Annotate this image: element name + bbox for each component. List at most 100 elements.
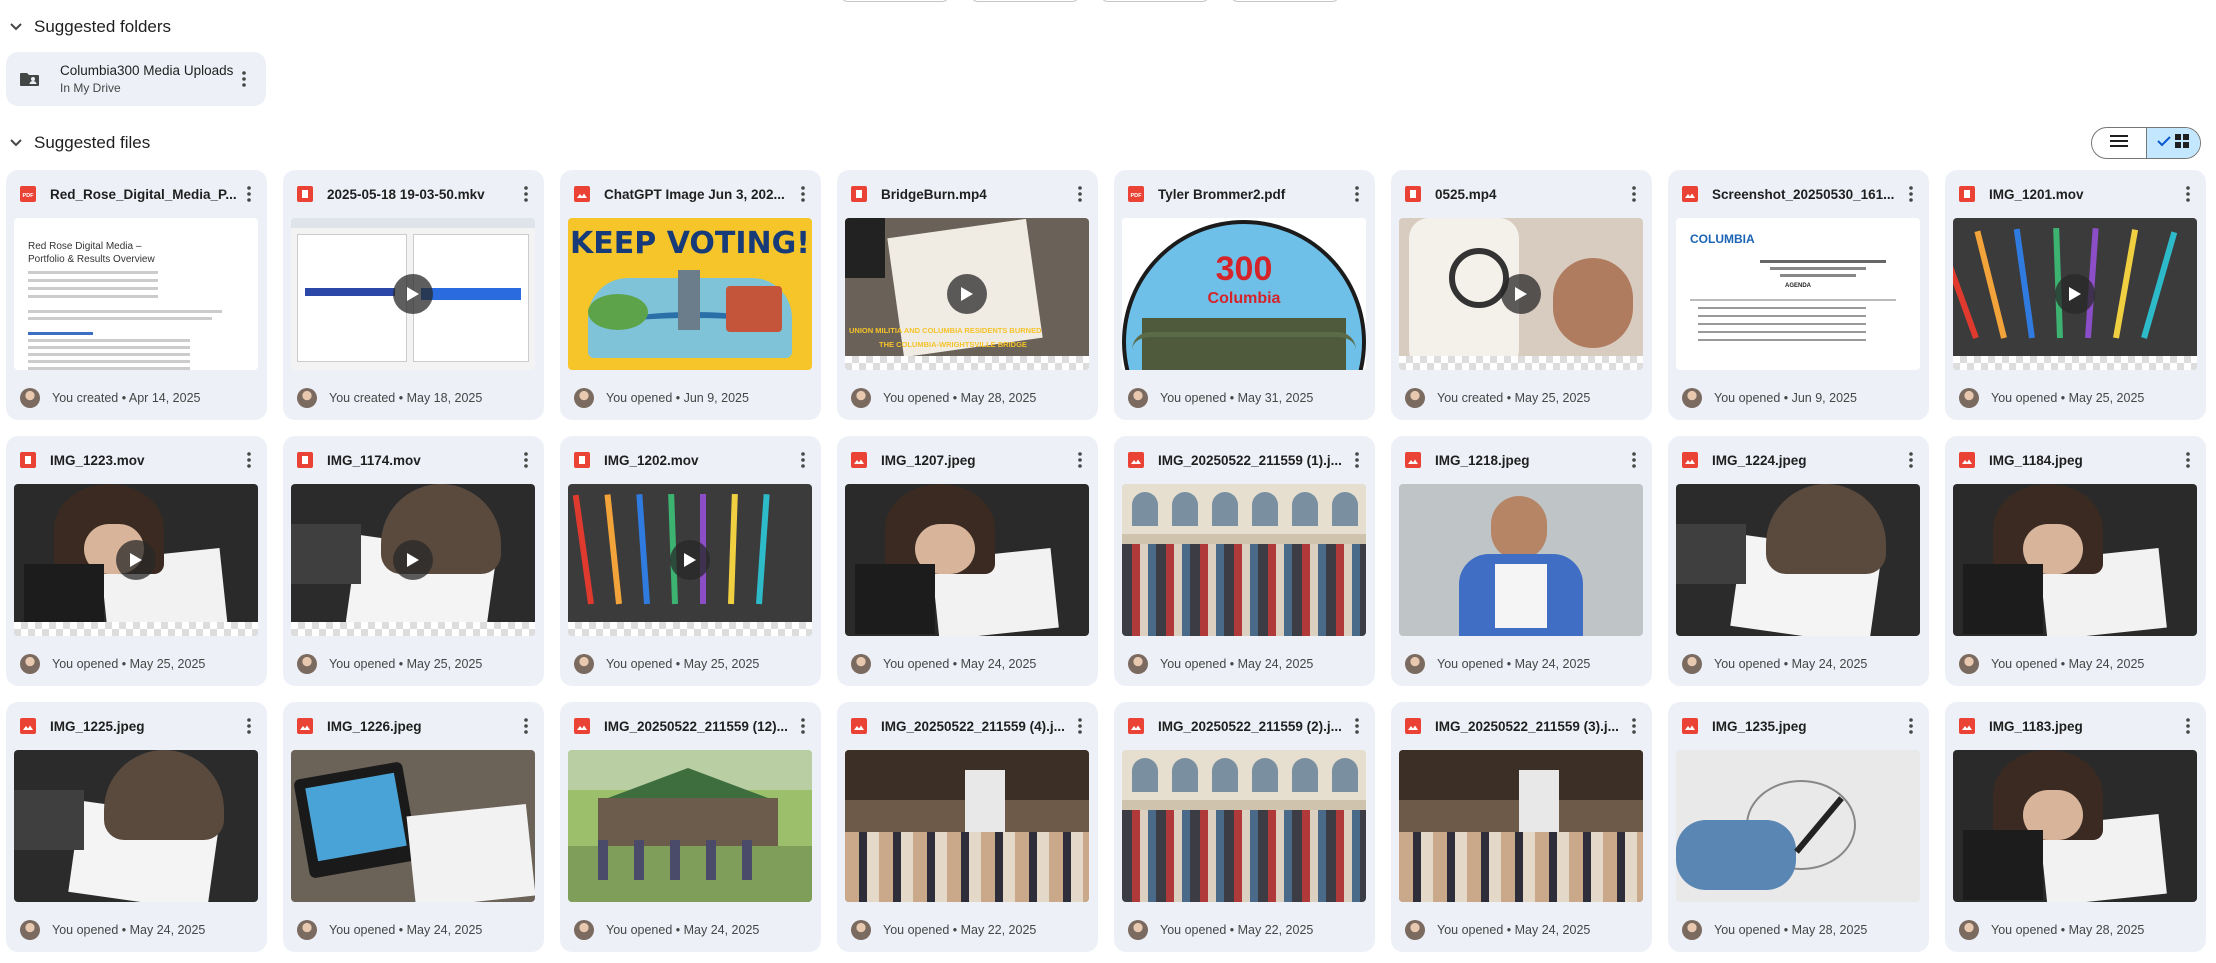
grid-view-button[interactable] [2145,128,2200,158]
file-card[interactable]: IMG_1224.jpeg You opened • May 24, 2025 [1668,436,1929,686]
file-thumbnail[interactable] [1399,484,1643,636]
more-vert-icon[interactable] [1624,448,1644,472]
file-card[interactable]: IMG_1202.mov You opened • May 25, 2025 [560,436,821,686]
file-card[interactable]: IMG_1201.mov You opened • May 25, 2025 [1945,170,2206,420]
file-card[interactable]: IMG_1183.jpeg You opened • May 28, 2025 [1945,702,2206,952]
file-thumbnail[interactable] [845,750,1089,902]
more-vert-icon[interactable] [2178,182,2198,206]
folder-card[interactable]: Columbia300 Media Uploads In My Drive [6,52,266,106]
more-vert-icon[interactable] [1901,714,1921,738]
file-card[interactable]: PDF Red_Rose_Digital_Media_P... Red Rose D… [6,170,267,420]
file-card[interactable]: IMG_1235.jpeg You opened • May 28, 2025 [1668,702,1929,952]
file-thumbnail[interactable] [1399,218,1643,370]
play-icon[interactable] [2055,274,2095,314]
more-vert-icon[interactable] [1347,448,1367,472]
file-card[interactable]: IMG_20250522_211559 (3).j... You opened •… [1391,702,1652,952]
list-view-button[interactable] [2092,128,2146,158]
file-card[interactable]: IMG_1207.jpeg You opened • May 24, 2025 [837,436,1098,686]
more-vert-icon[interactable] [1624,714,1644,738]
file-thumbnail[interactable] [291,218,535,370]
filter-chip[interactable] [970,0,1080,2]
more-vert-icon[interactable] [516,448,536,472]
more-vert-icon[interactable] [2178,448,2198,472]
file-thumbnail[interactable] [1122,484,1366,636]
more-vert-icon[interactable] [793,182,813,206]
file-card[interactable]: 2025-05-18 19-03-50.mkv You created • May… [283,170,544,420]
file-card[interactable]: IMG_1218.jpeg You opened • May 24, 2025 [1391,436,1652,686]
file-thumbnail[interactable] [291,484,535,636]
file-card[interactable]: BridgeBurn.mp4 UNION MILITIA AND COLUMBIA… [837,170,1098,420]
file-activity: You opened • May 28, 2025 [1714,923,1868,937]
more-vert-icon[interactable] [793,448,813,472]
file-card[interactable]: IMG_1226.jpeg You opened • May 24, 2025 [283,702,544,952]
file-thumbnail[interactable] [291,750,535,902]
suggested-files-header[interactable]: Suggested files [8,128,150,158]
file-card[interactable]: IMG_20250522_211559 (2).j... You opened •… [1114,702,1375,952]
file-thumbnail[interactable] [1122,750,1366,902]
play-icon[interactable] [393,274,433,314]
file-thumbnail[interactable] [1676,750,1920,902]
video-file-icon [297,452,313,468]
file-thumbnail[interactable] [14,484,258,636]
file-card[interactable]: Screenshot_20250530_161... COLUMBIA AGENDA… [1668,170,1929,420]
play-icon[interactable] [1501,274,1541,314]
file-activity: You opened • May 24, 2025 [606,923,760,937]
filter-chip[interactable] [1230,0,1340,2]
file-card[interactable]: IMG_1174.mov You opened • May 25, 2025 [283,436,544,686]
more-vert-icon[interactable] [1070,448,1090,472]
file-activity: You opened • May 24, 2025 [1991,657,2145,671]
play-icon[interactable] [947,274,987,314]
suggested-folders-header[interactable]: Suggested folders [8,12,171,42]
more-vert-icon[interactable] [2178,714,2198,738]
more-vert-icon[interactable] [1070,182,1090,206]
more-vert-icon[interactable] [239,182,259,206]
more-vert-icon[interactable] [1624,182,1644,206]
file-thumbnail[interactable] [1676,484,1920,636]
file-thumbnail[interactable]: COLUMBIA AGENDA [1676,218,1920,370]
more-vert-icon[interactable] [1901,448,1921,472]
filter-chip[interactable] [1100,0,1210,2]
file-card[interactable]: IMG_20250522_211559 (1).j... You opened •… [1114,436,1375,686]
file-card[interactable]: ChatGPT Image Jun 3, 202... KEEP VOTING! Y… [560,170,821,420]
more-vert-icon[interactable] [239,714,259,738]
file-card[interactable]: IMG_20250522_211559 (12)... You opened • … [560,702,821,952]
file-thumbnail[interactable]: Red Rose Digital Media – Portfolio & Res… [14,218,258,370]
more-vert-icon[interactable] [516,182,536,206]
file-thumbnail[interactable]: KEEP VOTING! [568,218,812,370]
play-icon[interactable] [116,540,156,580]
more-vert-icon[interactable] [1347,714,1367,738]
more-vert-icon[interactable] [1070,714,1090,738]
chevron-down-icon[interactable] [8,135,24,151]
more-vert-icon[interactable] [1901,182,1921,206]
section-title: Suggested files [34,133,151,152]
more-vert-icon[interactable] [516,714,536,738]
more-vert-icon[interactable] [793,714,813,738]
play-icon[interactable] [393,540,433,580]
file-card[interactable]: PDF Tyler Brommer2.pdf 300 Columbia You open… [1114,170,1375,420]
file-card[interactable]: IMG_1223.mov You opened • May 25, 2025 [6,436,267,686]
play-icon[interactable] [670,540,710,580]
file-thumbnail[interactable] [568,484,812,636]
file-name: IMG_1202.mov [604,452,699,468]
file-card[interactable]: IMG_20250522_211559 (4).j... You opened •… [837,702,1098,952]
file-thumbnail[interactable] [1953,750,2197,902]
file-name: Screenshot_20250530_161... [1712,186,1895,202]
more-vert-icon[interactable] [239,448,259,472]
file-thumbnail[interactable] [845,484,1089,636]
file-thumbnail[interactable] [1953,484,2197,636]
avatar [1682,654,1702,674]
file-thumbnail[interactable] [1399,750,1643,902]
more-vert-icon[interactable] [234,67,254,91]
file-thumbnail[interactable] [568,750,812,902]
more-vert-icon[interactable] [1347,182,1367,206]
file-card[interactable]: IMG_1184.jpeg You opened • May 24, 2025 [1945,436,2206,686]
file-thumbnail[interactable] [1953,218,2197,370]
file-thumbnail[interactable]: UNION MILITIA AND COLUMBIA RESIDENTS BUR… [845,218,1089,370]
chevron-down-icon[interactable] [8,19,24,35]
file-card[interactable]: 0525.mp4 You created • May 25, 2025 [1391,170,1652,420]
file-card[interactable]: IMG_1225.jpeg You opened • May 24, 2025 [6,702,267,952]
filter-chip[interactable] [840,0,950,2]
image-file-icon [1959,718,1975,734]
file-thumbnail[interactable]: 300 Columbia [1122,218,1366,370]
file-thumbnail[interactable] [14,750,258,902]
